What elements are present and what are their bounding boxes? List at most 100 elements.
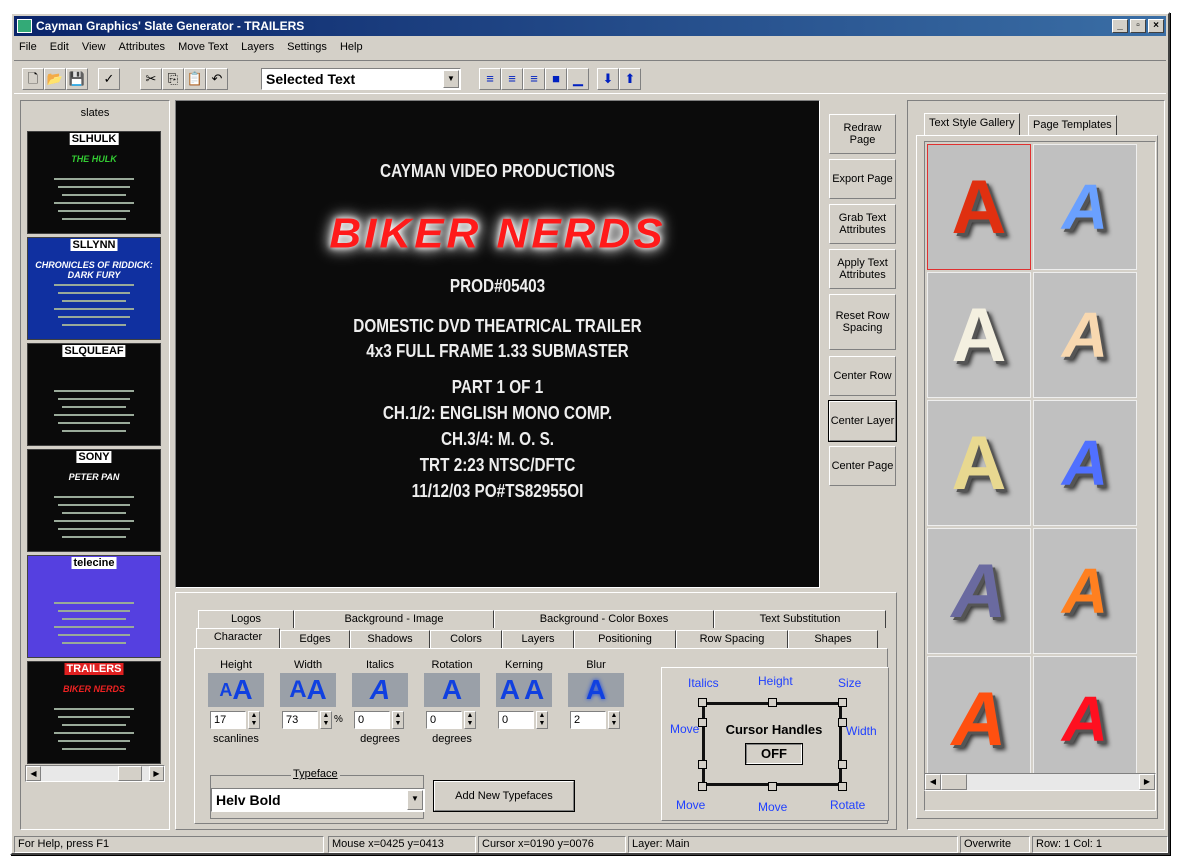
menu-help[interactable]: Help — [335, 41, 368, 53]
text-style-swatch[interactable]: A — [927, 656, 1031, 782]
slate-line-4[interactable]: DOMESTIC DVD THEATRICAL TRAILER — [224, 316, 771, 337]
tab-page-templates[interactable]: Page Templates — [1028, 115, 1117, 135]
tab-shapes[interactable]: Shapes — [788, 630, 878, 648]
slate-line-6[interactable]: PART 1 OF 1 — [224, 377, 771, 398]
slate-thumbnail[interactable]: SLLYNN CHRONICLES OF RIDDICK: DARK FURY — [27, 237, 161, 340]
text-style-swatch[interactable]: A — [927, 528, 1031, 654]
scroll-thumb[interactable] — [941, 774, 967, 790]
kerning-input[interactable]: 0 — [498, 711, 534, 729]
tab-edges[interactable]: Edges — [280, 630, 350, 648]
tab-text-style-gallery[interactable]: Text Style Gallery — [924, 113, 1020, 135]
handle-top-left[interactable] — [698, 698, 707, 707]
undo-icon[interactable]: ↶ — [206, 68, 228, 90]
paste-icon[interactable]: 📋 — [184, 68, 206, 90]
typeface-dropdown[interactable]: Helv Bold ▼ — [211, 788, 425, 812]
slate-thumbnail[interactable]: SONY PETER PAN — [27, 449, 161, 552]
blur-input[interactable]: 2 — [570, 711, 606, 729]
tab-row-spacing[interactable]: Row Spacing — [676, 630, 788, 648]
slate-line-10[interactable]: 11/12/03 PO#TS82955OI — [224, 481, 771, 502]
cursor-handles-toggle[interactable]: OFF — [745, 743, 803, 765]
handle-left-lower[interactable] — [698, 760, 707, 769]
tab-colors[interactable]: Colors — [430, 630, 502, 648]
handle-bottom-left[interactable] — [698, 782, 707, 791]
slate-line-prod[interactable]: PROD#05403 — [224, 276, 771, 297]
move-bottom-left-label[interactable]: Move — [676, 798, 705, 812]
justify-icon[interactable]: ■ — [545, 68, 567, 90]
slate-canvas[interactable]: CAYMAN VIDEO PRODUCTIONS BIKER NERDS PRO… — [175, 100, 820, 588]
text-style-swatch[interactable]: A — [1033, 656, 1137, 782]
size-handle-label[interactable]: Size — [838, 676, 861, 690]
grab-text-attributes-button[interactable]: Grab Text Attributes — [829, 204, 896, 244]
tab-logos[interactable]: Logos — [198, 610, 294, 628]
rotation-spinner[interactable]: ▲ ▼ — [464, 711, 476, 729]
handle-bottom-right[interactable] — [838, 782, 847, 791]
align-left-icon[interactable]: ≡ — [479, 68, 501, 90]
text-style-swatch[interactable]: A — [1033, 144, 1137, 270]
slate-line-8[interactable]: CH.3/4: M. O. S. — [224, 429, 771, 450]
text-style-swatch[interactable]: A — [927, 272, 1031, 398]
center-page-button[interactable]: Center Page — [829, 446, 896, 486]
chevron-down-icon[interactable]: ▼ — [407, 790, 423, 810]
menu-settings[interactable]: Settings — [282, 41, 332, 53]
menu-view[interactable]: View — [77, 41, 111, 53]
height-input[interactable]: 17 — [210, 711, 246, 729]
width-spinner[interactable]: ▲ ▼ — [320, 711, 332, 729]
underline-icon[interactable]: ▁ — [567, 68, 589, 90]
align-center-icon[interactable]: ≡ — [501, 68, 523, 90]
text-style-swatch[interactable]: A — [927, 144, 1031, 270]
scroll-right-icon[interactable]: ▶ — [149, 766, 164, 781]
width-handle-label[interactable]: Width — [846, 724, 877, 738]
handle-right-lower[interactable] — [838, 760, 847, 769]
handle-top-right[interactable] — [838, 698, 847, 707]
spellcheck-icon[interactable]: ✓ — [98, 68, 120, 90]
move-left-handle-label[interactable]: Move — [670, 722, 699, 736]
save-icon[interactable]: 💾 — [66, 68, 88, 90]
export-page-button[interactable]: Export Page — [829, 159, 896, 199]
height-spinner[interactable]: ▲ ▼ — [248, 711, 260, 729]
slate-line-9[interactable]: TRT 2:23 NTSC/DFTC — [224, 455, 771, 476]
width-input[interactable]: 73 — [282, 711, 318, 729]
apply-text-attributes-button[interactable]: Apply Text Attributes — [829, 249, 896, 289]
copy-icon[interactable]: ⎘ — [162, 68, 184, 90]
chevron-down-icon[interactable]: ▼ — [443, 70, 459, 88]
slate-line-7[interactable]: CH.1/2: ENGLISH MONO COMP. — [224, 403, 771, 424]
tab-background-image[interactable]: Background - Image — [294, 610, 494, 628]
center-layer-button[interactable]: Center Layer — [828, 400, 897, 442]
reset-row-spacing-button[interactable]: Reset Row Spacing — [829, 294, 896, 350]
scroll-left-icon[interactable]: ◀ — [925, 774, 941, 790]
tab-background-color-boxes[interactable]: Background - Color Boxes — [494, 610, 714, 628]
move-bottom-mid-label[interactable]: Move — [758, 800, 787, 814]
menu-file[interactable]: File — [14, 41, 42, 53]
italics-input[interactable]: 0 — [354, 711, 390, 729]
slate-line-5[interactable]: 4x3 FULL FRAME 1.33 SUBMASTER — [224, 341, 771, 362]
move-down-icon[interactable]: ⬇ — [597, 68, 619, 90]
title-bar[interactable]: Cayman Graphics' Slate Generator - TRAIL… — [14, 16, 1166, 36]
tab-positioning[interactable]: Positioning — [574, 630, 676, 648]
menu-attributes[interactable]: Attributes — [114, 41, 170, 53]
scroll-left-icon[interactable]: ◀ — [26, 766, 41, 781]
height-handle-label[interactable]: Height — [758, 674, 793, 688]
tab-text-substitution[interactable]: Text Substitution — [714, 610, 886, 628]
slate-line-company[interactable]: CAYMAN VIDEO PRODUCTIONS — [224, 161, 771, 182]
slate-title[interactable]: BIKER NERDS — [329, 210, 665, 258]
new-file-icon[interactable]: 🗋 — [22, 68, 44, 90]
italics-handle-label[interactable]: Italics — [688, 676, 719, 690]
text-style-swatch[interactable]: A — [1033, 272, 1137, 398]
handle-left-upper[interactable] — [698, 718, 707, 727]
rotation-input[interactable]: 0 — [426, 711, 462, 729]
center-row-button[interactable]: Center Row — [829, 356, 896, 396]
slate-thumbnail[interactable]: SLHULK THE HULK — [27, 131, 161, 234]
menu-layers[interactable]: Layers — [236, 41, 279, 53]
tab-shadows[interactable]: Shadows — [350, 630, 430, 648]
close-button[interactable]: × — [1148, 19, 1164, 33]
text-selector-dropdown[interactable]: Selected Text ▼ — [261, 68, 461, 90]
slate-thumbnail[interactable]: SLQULEAF — [27, 343, 161, 446]
redraw-page-button[interactable]: Redraw Page — [829, 114, 896, 154]
handle-bottom-mid[interactable] — [768, 782, 777, 791]
tab-character[interactable]: Character — [196, 628, 280, 648]
scroll-thumb[interactable] — [118, 766, 142, 781]
scroll-right-icon[interactable]: ▶ — [1139, 774, 1155, 790]
blur-spinner[interactable]: ▲ ▼ — [608, 711, 620, 729]
slates-scrollbar[interactable]: ◀ ▶ — [25, 765, 165, 782]
slate-thumbnail[interactable]: TRAILERS BIKER NERDS — [27, 661, 161, 764]
